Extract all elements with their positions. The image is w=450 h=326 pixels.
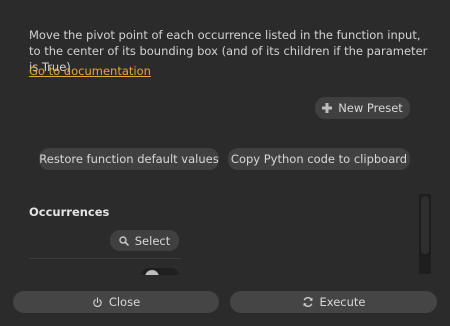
documentation-link[interactable]: Go to documentation: [29, 64, 151, 78]
function-dialog: Move the pivot point of each occurrence …: [0, 0, 450, 326]
refresh-icon: [302, 296, 314, 308]
close-button[interactable]: Close: [13, 291, 219, 313]
execute-button[interactable]: Execute: [230, 291, 437, 313]
copy-python-button[interactable]: Copy Python code to clipboard: [228, 148, 410, 170]
new-preset-button[interactable]: New Preset: [315, 97, 410, 119]
scrollbar-thumb[interactable]: [421, 196, 429, 254]
select-label: Select: [134, 233, 171, 248]
occurrences-divider: [29, 258, 181, 259]
scrollbar[interactable]: [419, 194, 431, 274]
search-icon: [119, 235, 129, 246]
close-label: Close: [108, 295, 141, 309]
plus-icon: [322, 103, 333, 113]
execute-label: Execute: [319, 295, 366, 309]
power-icon: [92, 296, 103, 308]
new-preset-label: New Preset: [338, 101, 403, 115]
restore-defaults-button[interactable]: Restore function default values: [39, 148, 219, 170]
occurrences-title: Occurrences: [29, 205, 110, 219]
select-button[interactable]: Select: [110, 230, 179, 251]
restore-defaults-label: Restore function default values: [39, 152, 219, 166]
copy-python-label: Copy Python code to clipboard: [230, 152, 408, 166]
